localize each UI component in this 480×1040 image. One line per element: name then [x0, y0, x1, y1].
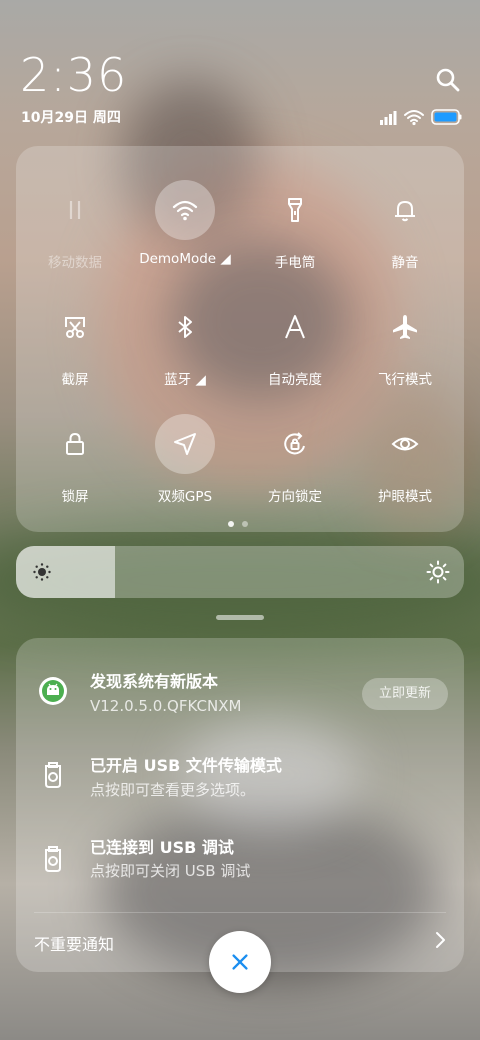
unimportant-notifications-link[interactable]: 不重要通知 [34, 931, 114, 955]
notification-usb-debugging[interactable]: 已连接到 USB 调试 点按即可关闭 USB 调试 [16, 828, 464, 904]
auto-brightness-icon [265, 297, 325, 357]
clock: 2:36 [20, 48, 128, 102]
android-update-icon [38, 676, 68, 706]
lock-icon [45, 414, 105, 474]
notification-text: 点按即可关闭 USB 调试 [90, 862, 251, 880]
tile-label: 截屏 [61, 372, 89, 388]
notification-system-update[interactable]: 发现系统有新版本 V12.0.5.0.QFKCNXM 立即更新 [16, 660, 464, 736]
wifi-icon [155, 180, 215, 240]
page-indicator [228, 521, 252, 527]
tile-rotation-lock[interactable]: 方向锁定 [240, 404, 350, 514]
tile-label: 护眼模式 [378, 489, 432, 505]
page-dot [242, 521, 248, 527]
flashlight-icon [265, 180, 325, 240]
usb-icon [38, 760, 68, 790]
mobile-data-icon [45, 180, 105, 240]
tile-auto-brightness[interactable]: 自动亮度 [240, 287, 350, 397]
tile-label: 双频GPS [157, 489, 213, 505]
tile-label: DemoMode ◢ [139, 251, 231, 267]
brightness-fill [16, 546, 115, 598]
notification-title: 发现系统有新版本 [90, 672, 219, 691]
tile-flashlight[interactable]: 手电筒 [240, 170, 350, 280]
airplane-icon [375, 297, 435, 357]
scissors-icon [45, 297, 105, 357]
wifi-icon [404, 110, 424, 122]
tile-silent[interactable]: 静音 [350, 170, 460, 280]
tile-airplane[interactable]: 飞行模式 [350, 287, 460, 397]
tile-mobile-data[interactable]: 移动数据 [20, 170, 130, 280]
divider [34, 912, 446, 913]
date: 10月29日 周四 [21, 110, 121, 126]
tile-label: 飞行模式 [378, 372, 432, 388]
tile-label: 静音 [391, 255, 419, 271]
update-now-button[interactable]: 立即更新 [362, 678, 448, 710]
location-icon [155, 414, 215, 474]
notification-panel: 发现系统有新版本 V12.0.5.0.QFKCNXM 立即更新 已开启 USB … [16, 638, 464, 972]
tile-label: 移动数据 [48, 255, 102, 271]
tile-eye-care[interactable]: 护眼模式 [350, 404, 460, 514]
chevron-right-icon[interactable] [430, 930, 450, 950]
brightness-slider[interactable] [16, 546, 464, 598]
brightness-high-icon [426, 560, 450, 584]
tile-label: 方向锁定 [268, 489, 322, 505]
status-bar: 2:36 10月29日 周四 [0, 0, 480, 140]
tile-wifi[interactable]: DemoMode ◢ [130, 170, 240, 280]
battery-icon [431, 109, 462, 125]
eye-icon [375, 414, 435, 474]
quick-settings-panel: 移动数据 DemoMode ◢ 手电筒 静音 截屏 蓝牙 ◢ 自动亮度 飞行模式… [16, 146, 464, 532]
notification-text: 点按即可查看更多选项。 [90, 781, 256, 799]
notification-usb-transfer[interactable]: 已开启 USB 文件传输模式 点按即可查看更多选项。 [16, 744, 464, 820]
notification-title: 已连接到 USB 调试 [90, 838, 234, 857]
page-dot-active [228, 521, 234, 527]
notification-text: V12.0.5.0.QFKCNXM [90, 697, 242, 715]
clear-all-button[interactable] [209, 931, 271, 993]
tile-bluetooth[interactable]: 蓝牙 ◢ [130, 287, 240, 397]
usb-icon [38, 844, 68, 874]
tile-gps[interactable]: 双频GPS [130, 404, 240, 514]
tile-label: 自动亮度 [268, 372, 322, 388]
tile-label: 锁屏 [61, 489, 89, 505]
tile-lock[interactable]: 锁屏 [20, 404, 130, 514]
bell-icon [375, 180, 435, 240]
bluetooth-icon [155, 297, 215, 357]
rotation-lock-icon [265, 414, 325, 474]
notification-title: 已开启 USB 文件传输模式 [90, 756, 282, 775]
close-icon [232, 954, 248, 970]
search-icon[interactable] [434, 66, 462, 94]
tile-label: 蓝牙 ◢ [164, 372, 206, 388]
drag-handle[interactable] [216, 615, 264, 620]
tile-screenshot[interactable]: 截屏 [20, 287, 130, 397]
brightness-low-icon [32, 562, 52, 582]
tile-label: 手电筒 [274, 255, 316, 271]
system-icons [380, 108, 462, 126]
signal-icon [380, 111, 397, 125]
